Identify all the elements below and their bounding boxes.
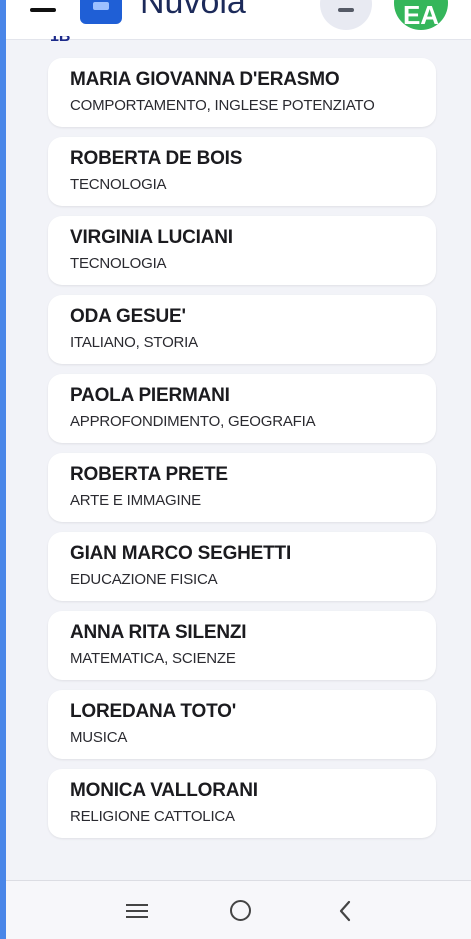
teacher-card[interactable]: ODA GESUE' ITALIANO, STORIA (48, 295, 436, 364)
avatar[interactable]: EA (394, 0, 448, 30)
teacher-card[interactable]: MARIA GIOVANNA D'ERASMO COMPORTAMENTO, I… (48, 58, 436, 127)
teacher-name: ANNA RITA SILENZI (70, 622, 247, 643)
back-icon[interactable] (332, 899, 360, 923)
teacher-card[interactable]: MONICA VALLORANI RELIGIONE CATTOLICA (48, 769, 436, 838)
teacher-card[interactable]: PAOLA PIERMANI APPROFONDIMENTO, GEOGRAFI… (48, 374, 436, 443)
app-screen: Nuvola EA 1B MARIA GIOVANNA D'ERASMO COM… (6, 0, 471, 939)
teacher-subject: EDUCAZIONE FISICA (70, 571, 218, 588)
teacher-subject: COMPORTAMENTO, INGLESE POTENZIATO (70, 97, 375, 114)
teacher-subject: MUSICA (70, 729, 128, 746)
teacher-name: VIRGINIA LUCIANI (70, 227, 233, 248)
teacher-subject: TECNOLOGIA (70, 176, 167, 193)
hamburger-icon[interactable] (30, 8, 56, 12)
teacher-subject: ARTE E IMMAGINE (70, 492, 201, 509)
bell-icon[interactable] (320, 0, 372, 30)
teacher-name: MARIA GIOVANNA D'ERASMO (70, 69, 340, 90)
teacher-name: MONICA VALLORANI (70, 780, 258, 801)
teacher-subject: MATEMATICA, SCIENZE (70, 650, 236, 667)
teacher-card[interactable]: LOREDANA TOTO' MUSICA (48, 690, 436, 759)
teacher-name: ROBERTA DE BOIS (70, 148, 243, 169)
system-nav-bar (6, 880, 471, 939)
teacher-subject: TECNOLOGIA (70, 255, 167, 272)
teacher-name: ODA GESUE' (70, 306, 186, 327)
teacher-card[interactable]: VIRGINIA LUCIANI TECNOLOGIA (48, 216, 436, 285)
teacher-subject: APPROFONDIMENTO, GEOGRAFIA (70, 413, 316, 430)
home-icon[interactable] (228, 899, 256, 923)
teacher-card[interactable]: ROBERTA PRETE ARTE E IMMAGINE (48, 453, 436, 522)
teacher-card[interactable]: ROBERTA DE BOIS TECNOLOGIA (48, 137, 436, 206)
recents-icon[interactable] (123, 899, 151, 923)
app-title: Nuvola (140, 0, 246, 21)
teacher-name: PAOLA PIERMANI (70, 385, 230, 406)
nuvola-logo-icon (80, 0, 122, 24)
teacher-card[interactable]: GIAN MARCO SEGHETTI EDUCAZIONE FISICA (48, 532, 436, 601)
teacher-name: LOREDANA TOTO' (70, 701, 237, 722)
section-tag: 1B (50, 36, 71, 45)
teacher-list: MARIA GIOVANNA D'ERASMO COMPORTAMENTO, I… (48, 58, 436, 848)
teacher-subject: ITALIANO, STORIA (70, 334, 198, 351)
teacher-name: ROBERTA PRETE (70, 464, 228, 485)
teacher-name: GIAN MARCO SEGHETTI (70, 543, 292, 564)
teacher-subject: RELIGIONE CATTOLICA (70, 808, 235, 825)
top-app-bar: Nuvola EA (6, 0, 471, 40)
teacher-card[interactable]: ANNA RITA SILENZI MATEMATICA, SCIENZE (48, 611, 436, 680)
